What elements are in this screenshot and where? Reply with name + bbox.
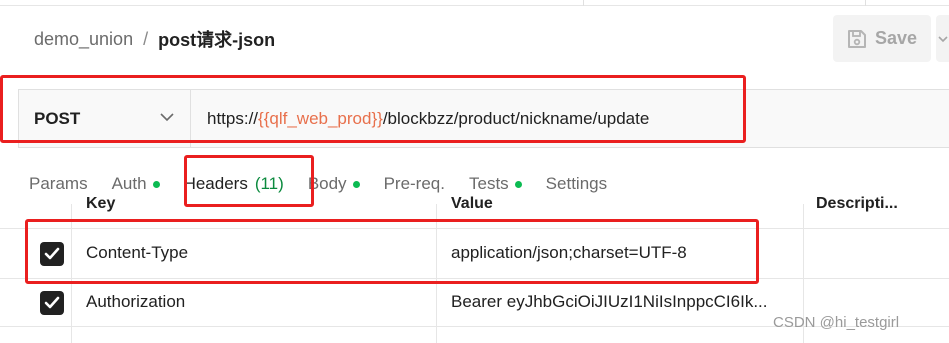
tab-label: Tests	[468, 174, 509, 193]
column-header-key: Key	[86, 195, 116, 212]
status-dot-icon	[152, 180, 160, 188]
watermark: CSDN @hi_testgirl	[773, 314, 900, 331]
header-value-cell[interactable]: Bearer eyJhbGciOiJIUzI1NiIsInppcCI6Ik...	[451, 292, 768, 312]
annotation-box-headers-tab	[184, 155, 314, 207]
column-header-value: Value	[451, 195, 493, 212]
save-options-button[interactable]	[936, 15, 949, 62]
annotation-box-request-line	[0, 75, 746, 143]
save-label: Save	[875, 28, 918, 48]
tab-pre-request[interactable]: Pre-req.	[384, 174, 445, 194]
breadcrumb-separator: /	[143, 28, 149, 49]
tab-strip-edge	[0, 0, 949, 6]
header-key-cell[interactable]: Authorization	[86, 292, 185, 312]
row-checkbox[interactable]	[40, 291, 64, 315]
floppy-disk-icon	[848, 29, 866, 48]
breadcrumb-collection[interactable]: demo_union	[34, 29, 133, 50]
save-button[interactable]: Save	[833, 15, 931, 62]
tab-settings[interactable]: Settings	[546, 174, 607, 194]
request-tabs: Params Auth Headers (11) Body Pre-req. T…	[29, 172, 631, 196]
status-dot-icon	[514, 180, 522, 188]
breadcrumb: demo_union / post请求-json	[34, 27, 275, 51]
checkmark-icon	[44, 296, 60, 309]
tab-params[interactable]: Params	[29, 174, 88, 194]
tab-label: Pre-req.	[383, 174, 445, 193]
tab-tests[interactable]: Tests	[469, 174, 522, 194]
tab-label: Auth	[111, 174, 147, 193]
tab-label: Params	[29, 174, 88, 193]
tab-auth[interactable]: Auth	[112, 174, 160, 194]
tab-body[interactable]: Body	[308, 174, 360, 194]
chevron-down-icon	[937, 35, 948, 42]
status-dot-icon	[352, 180, 360, 188]
tab-label: Settings	[545, 174, 608, 193]
column-header-description: Descripti...	[816, 195, 898, 212]
annotation-box-content-type-row	[25, 219, 759, 284]
request-name[interactable]: post请求-json	[158, 26, 275, 52]
